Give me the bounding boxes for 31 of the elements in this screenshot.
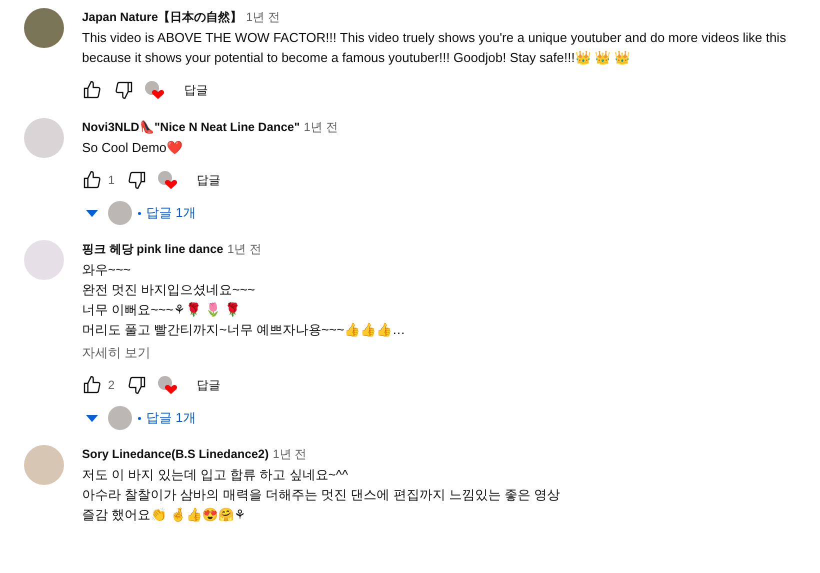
comment-text: This video is ABOVE THE WOW FACTOR!!! This video truely shows you're a unique youtuber and do more videos like this because it shows your potential to become a famous youtuber!!! Goodjob! Stay safe!!!👑 👑 👑 xyxy=(82,29,786,67)
thumbs-up-icon[interactable] xyxy=(82,375,102,395)
caret-down-icon[interactable] xyxy=(86,210,98,216)
thumbs-down-icon[interactable] xyxy=(126,170,147,190)
author-name[interactable]: 핑크 헤당 pink line dance xyxy=(82,240,224,258)
view-replies-button[interactable]: 답글 1개 xyxy=(146,203,196,223)
author-name[interactable]: Japan Nature【日本の自然】 xyxy=(82,8,242,26)
reply-button[interactable]: 답글 xyxy=(192,171,225,189)
replier-avatar-photo xyxy=(108,201,132,225)
replier-avatar-photo xyxy=(108,406,132,430)
caret-down-icon[interactable] xyxy=(86,414,98,422)
reply-button[interactable]: 답글 xyxy=(180,81,212,99)
comment-time[interactable]: 1년 전 xyxy=(304,118,338,136)
reply-button[interactable]: 답글 xyxy=(192,376,225,394)
thumbs-up-icon[interactable] xyxy=(82,80,102,100)
comment-time[interactable]: 1년 전 xyxy=(227,240,262,258)
thumbs-down-icon[interactable] xyxy=(114,80,134,100)
like-count: 1 xyxy=(108,172,115,189)
read-more-link[interactable]: 자세히 보기 xyxy=(82,342,151,363)
comment-text: 저도 이 바지 있는데 입고 합류 하고 싶네요~^^ 아수라 찰찰이가 삼바의 매력을 더해주는 멋진 댄스에 편집까지 느낌있는 좋은 영상 즐감 했어요👏 🤞👍😍🤗⚘ xyxy=(82,466,560,524)
comment-time[interactable]: 1년 전 xyxy=(272,445,307,463)
author-name[interactable]: Sory Linedance(B.S Linedance2) xyxy=(82,445,269,463)
author-name[interactable]: Novi3NLD👠"Nice N Neat Line Dance" xyxy=(82,118,300,136)
avatar-photo[interactable] xyxy=(24,8,64,48)
like-count: 2 xyxy=(108,377,115,394)
thumbs-down-icon[interactable] xyxy=(126,375,147,395)
comment-time[interactable]: 1년 전 xyxy=(246,8,280,26)
comment-text: 와우~~~ 완전 멋진 바지입으셨네요~~~ 너무 이뻐요~~~⚘🌹 🌷 🌹 머리도 풀고 빨간티까지~너무 예쁘자나용~~~👍👍👍… xyxy=(82,261,406,339)
thumbs-up-icon[interactable] xyxy=(82,170,102,190)
view-replies-button[interactable]: 답글 1개 xyxy=(146,408,196,428)
comment-text: So Cool Demo❤ xyxy=(82,139,184,157)
